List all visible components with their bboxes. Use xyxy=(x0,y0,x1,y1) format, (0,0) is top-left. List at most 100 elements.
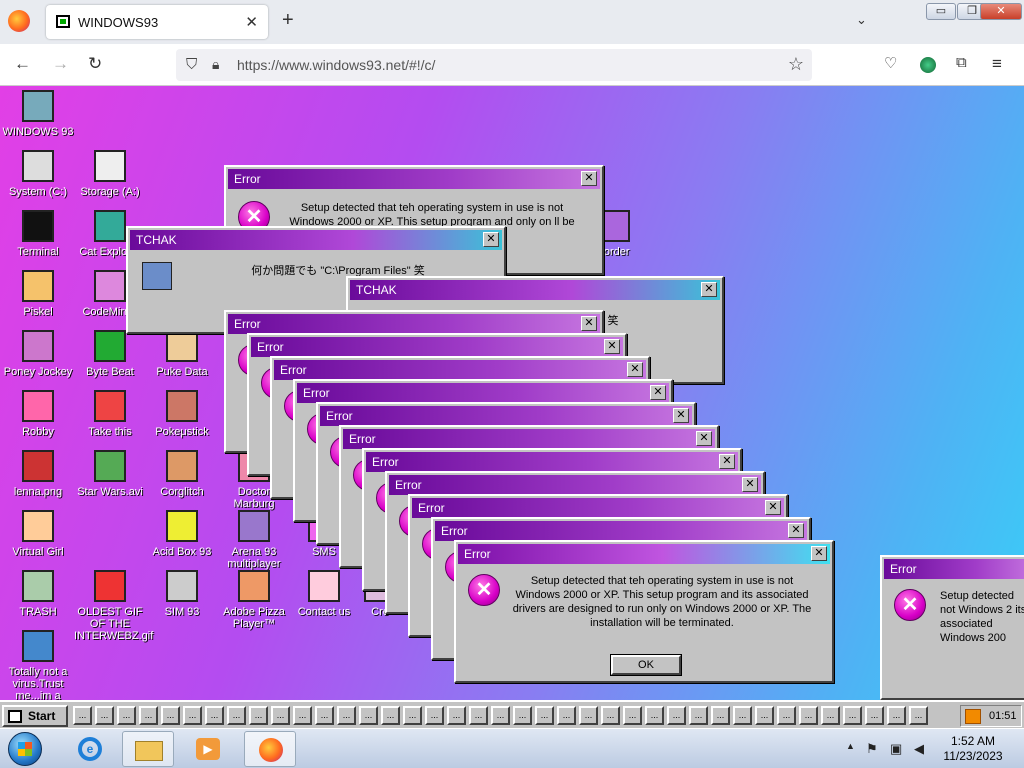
lock-icon[interactable]: 🔒︎ xyxy=(212,56,219,73)
desktop-icon-lenna-png[interactable]: lenna.png xyxy=(2,450,74,498)
close-icon[interactable]: ✕ xyxy=(742,477,758,492)
desktop-icon-star-wars-avi[interactable]: Star Wars.avi xyxy=(74,450,146,498)
reload-button[interactable]: ↻ xyxy=(88,54,102,74)
taskbar-slot[interactable]: ... xyxy=(865,706,884,725)
extension-globe-icon[interactable] xyxy=(920,57,936,73)
close-icon[interactable]: ✕ xyxy=(581,316,597,331)
taskbar-slot[interactable]: ... xyxy=(623,706,642,725)
taskbar-slot[interactable]: ... xyxy=(535,706,554,725)
network-icon[interactable]: ▣ xyxy=(890,741,902,757)
app-menu-icon[interactable]: ≡ xyxy=(992,54,1002,74)
taskbar-slot[interactable]: ... xyxy=(645,706,664,725)
browser-tab-windows93[interactable]: WINDOWS93 ✕ xyxy=(46,5,268,39)
desktop-icon-oldest-gif-of-the-interwebz-gif[interactable]: OLDEST GIF OF THE INTERWEBZ.gif xyxy=(74,570,153,642)
minimize-button[interactable]: ▭ xyxy=(926,3,956,20)
taskbar-slot[interactable]: ... xyxy=(909,706,928,725)
taskbar-slot[interactable]: ... xyxy=(381,706,400,725)
ok-button[interactable]: OK xyxy=(610,654,682,676)
close-icon[interactable]: ✕ xyxy=(673,408,689,423)
desktop-icon-terminal[interactable]: Terminal xyxy=(2,210,74,258)
error-dialog-front[interactable]: Error ✕ ✕ Setup detected that teh operati… xyxy=(454,540,834,683)
taskbar-slot[interactable]: ... xyxy=(711,706,730,725)
media-player-icon[interactable]: ▶ xyxy=(182,731,234,767)
volume-muted-icon[interactable]: ◀ xyxy=(914,741,924,757)
file-explorer-icon[interactable] xyxy=(122,731,174,767)
close-icon[interactable]: ✕ xyxy=(719,454,735,469)
url-bar[interactable]: ⛉ 🔒︎ https://www.windows93.net/#!/c/ ☆ xyxy=(176,49,812,81)
desktop-icon-byte-beat[interactable]: Byte Beat xyxy=(74,330,146,378)
pocket-icon[interactable]: ♡ xyxy=(884,54,897,72)
taskbar-slot[interactable]: ... xyxy=(403,706,422,725)
show-hidden-icons-button[interactable]: ▲ xyxy=(846,741,855,751)
taskbar-slot[interactable]: ... xyxy=(293,706,312,725)
desktop-icon-sim-93[interactable]: SIM 93 xyxy=(146,570,218,618)
internet-explorer-icon[interactable]: e xyxy=(64,731,116,767)
taskbar-slot[interactable]: ... xyxy=(491,706,510,725)
desktop-icon-poke-stick[interactable]: Pokeμstick xyxy=(146,390,218,438)
back-button[interactable]: ← xyxy=(14,54,31,74)
desktop-icon-robby[interactable]: Robby xyxy=(2,390,74,438)
error-dialog-right[interactable]: Error ✕ Setup detected not Windows 2 its… xyxy=(880,555,1024,700)
forward-button[interactable]: → xyxy=(52,54,69,74)
close-icon[interactable]: ✕ xyxy=(788,523,804,538)
taskbar-slot[interactable]: ... xyxy=(755,706,774,725)
taskbar-slot[interactable]: ... xyxy=(689,706,708,725)
taskbar-slot[interactable]: ... xyxy=(359,706,378,725)
taskbar-slot[interactable]: ... xyxy=(667,706,686,725)
desktop-icon-piskel[interactable]: Piskel xyxy=(2,270,74,318)
taskbar-slot[interactable]: ... xyxy=(447,706,466,725)
extensions-puzzle-icon[interactable]: ⧉ xyxy=(956,54,967,71)
taskbar-slot[interactable]: ... xyxy=(249,706,268,725)
desktop-icon-storage-a[interactable]: Storage (A:) xyxy=(74,150,146,198)
taskbar-slot[interactable]: ... xyxy=(315,706,334,725)
taskbar-slot[interactable]: ... xyxy=(183,706,202,725)
close-icon[interactable]: ✕ xyxy=(604,339,620,354)
close-icon[interactable]: ✕ xyxy=(650,385,666,400)
tracking-protection-shield-icon[interactable]: ⛉ xyxy=(186,56,197,73)
url-text[interactable]: https://www.windows93.net/#!/c/ xyxy=(237,57,435,73)
close-icon[interactable]: ✕ xyxy=(581,171,597,186)
taskbar-slot[interactable]: ... xyxy=(337,706,356,725)
desktop-icon-poney-jockey[interactable]: Poney Jockey xyxy=(2,330,74,378)
windows-start-orb-icon[interactable] xyxy=(8,732,42,766)
close-icon[interactable]: ✕ xyxy=(483,232,499,247)
taskbar-slot[interactable]: ... xyxy=(733,706,752,725)
taskbar-slot[interactable]: ... xyxy=(777,706,796,725)
close-window-button[interactable]: ✕ xyxy=(980,3,1022,20)
close-icon[interactable]: ✕ xyxy=(696,431,712,446)
taskbar-slot[interactable]: ... xyxy=(139,706,158,725)
new-tab-button[interactable]: + xyxy=(282,9,294,32)
firefox-menu-icon[interactable] xyxy=(8,10,30,32)
close-icon[interactable]: ✕ xyxy=(811,546,827,561)
tab-list-chevron-icon[interactable]: ⌄ xyxy=(856,12,867,28)
desktop-icon-adobe-pizza-player[interactable]: Adobe Pizza Player™ xyxy=(218,570,290,630)
taskbar-slot[interactable]: ... xyxy=(73,706,92,725)
desktop-icon-totally-not-a-virus-trust-me-im-a[interactable]: Totally not a virus.Trust me...im a xyxy=(2,630,74,702)
taskbar-slot[interactable]: ... xyxy=(579,706,598,725)
taskbar-slot[interactable]: ... xyxy=(161,706,180,725)
close-icon[interactable]: ✕ xyxy=(627,362,643,377)
taskbar-slot[interactable]: ... xyxy=(227,706,246,725)
taskbar-slot[interactable]: ... xyxy=(425,706,444,725)
desktop-icon-arena-93-multiplayer[interactable]: Arena 93 multiplayer xyxy=(218,510,290,570)
desktop-icon-acid-box-93[interactable]: Acid Box 93 xyxy=(146,510,218,558)
action-center-flag-icon[interactable]: ⚑ xyxy=(866,741,878,757)
taskbar-slot[interactable]: ... xyxy=(601,706,620,725)
taskbar-slot[interactable]: ... xyxy=(271,706,290,725)
desktop-icon-system-c[interactable]: System (C:) xyxy=(2,150,74,198)
system-clock[interactable]: 1:52 AM 11/23/2023 xyxy=(938,734,1008,764)
taskbar-slot[interactable]: ... xyxy=(513,706,532,725)
taskbar-slot[interactable]: ... xyxy=(887,706,906,725)
desktop-icon-take-this[interactable]: Take this xyxy=(74,390,146,438)
taskbar-slot[interactable]: ... xyxy=(799,706,818,725)
close-icon[interactable]: ✕ xyxy=(701,282,717,297)
taskbar-slot[interactable]: ... xyxy=(843,706,862,725)
taskbar-slot[interactable]: ... xyxy=(117,706,136,725)
taskbar-slot[interactable]: ... xyxy=(557,706,576,725)
desktop-icon-trash[interactable]: TRASH xyxy=(2,570,74,618)
desktop-icon-corglitch[interactable]: Corglitch xyxy=(146,450,218,498)
taskbar-slot[interactable]: ... xyxy=(95,706,114,725)
close-icon[interactable]: ✕ xyxy=(765,500,781,515)
taskbar-slot[interactable]: ... xyxy=(821,706,840,725)
taskbar-slot[interactable]: ... xyxy=(205,706,224,725)
